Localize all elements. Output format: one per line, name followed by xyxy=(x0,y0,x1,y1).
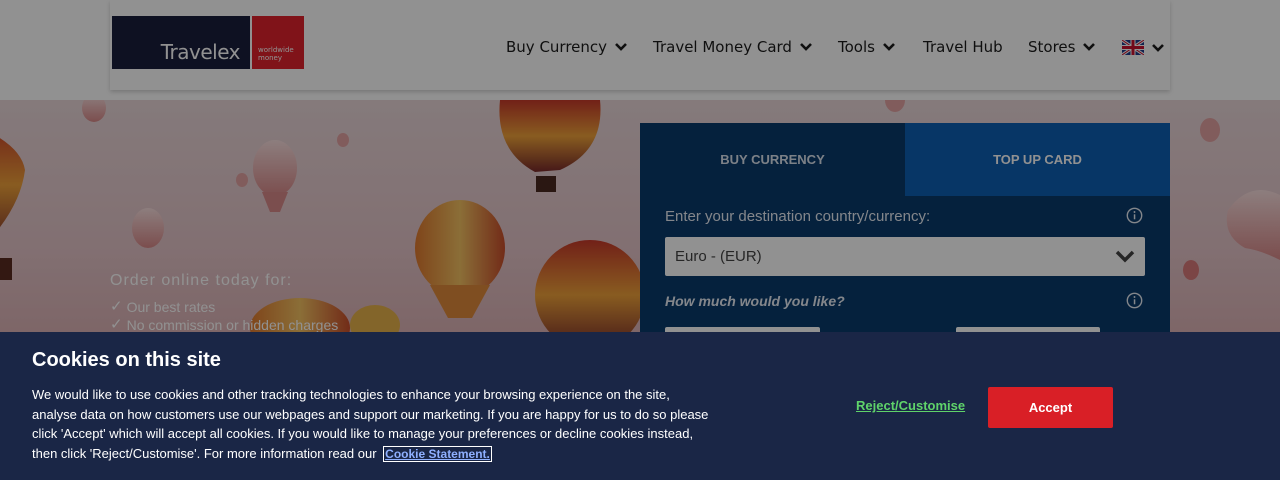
tab-top-up-card[interactable]: TOP UP CARD xyxy=(905,123,1170,196)
reject-customise-button[interactable]: Reject/Customise xyxy=(856,398,965,413)
cookie-banner-title: Cookies on this site xyxy=(32,349,221,371)
chevron-down-icon xyxy=(1115,250,1135,263)
promo-block: Order online today for: ✓ Our best rates … xyxy=(110,272,338,334)
chevron-down-icon xyxy=(800,43,812,51)
accept-button[interactable]: Accept xyxy=(988,387,1113,428)
chevron-down-icon xyxy=(1083,43,1096,51)
info-icon[interactable] xyxy=(1126,292,1143,309)
currency-select-value: Euro - (EUR) xyxy=(675,248,762,265)
travelex-logo[interactable]: Travelex worldwide money xyxy=(112,16,304,69)
chevron-down-icon xyxy=(883,43,895,51)
chevron-down-icon xyxy=(615,43,627,51)
nav-tools[interactable]: Tools xyxy=(838,38,895,56)
currency-widget: BUY CURRENCY TOP UP CARD Enter your dest… xyxy=(640,123,1170,363)
list-item: ✓ Our best rates xyxy=(110,298,216,315)
checkmark-icon: ✓ xyxy=(110,298,123,315)
nav-travel-hub[interactable]: Travel Hub xyxy=(923,38,1003,56)
widget-tabs: BUY CURRENCY TOP UP CARD xyxy=(640,123,1170,196)
language-selector[interactable] xyxy=(1122,40,1164,55)
cookie-banner-text: We would like to use cookies and other t… xyxy=(32,387,709,462)
promo-title: Order online today for: xyxy=(110,272,293,289)
logo-wordmark: Travelex xyxy=(160,40,241,64)
amount-label: How much would you like? xyxy=(665,293,845,309)
tab-buy-currency[interactable]: BUY CURRENCY xyxy=(640,123,905,196)
chevron-down-icon xyxy=(1152,43,1164,52)
promo-list: ✓ Our best rates ✓ No commission or hidden… xyxy=(110,298,338,334)
nav-stores[interactable]: Stores xyxy=(1028,38,1096,56)
cookie-statement-link[interactable]: Cookie Statement. xyxy=(383,445,492,462)
nav-buy-currency[interactable]: Buy Currency xyxy=(506,38,627,56)
uk-flag-icon xyxy=(1122,40,1144,55)
destination-label: Enter your destination country/currency: xyxy=(665,208,931,225)
nav-travel-money-card[interactable]: Travel Money Card xyxy=(653,38,812,56)
logo-tagline: worldwide money xyxy=(258,46,294,62)
currency-select[interactable]: Euro - (EUR) xyxy=(665,237,1145,276)
site-header: Travelex worldwide money Buy Currency Tr… xyxy=(0,0,1280,100)
cookie-banner: Cookies on this site We would like to us… xyxy=(0,332,1280,480)
info-icon[interactable] xyxy=(1126,207,1143,224)
